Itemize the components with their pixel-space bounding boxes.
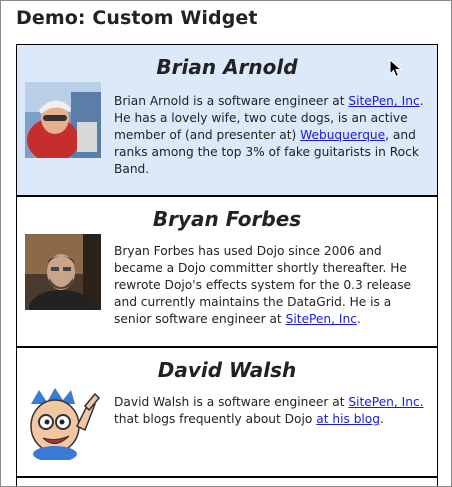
person-name: David Walsh xyxy=(157,358,297,382)
person-bio: Brian Arnold is a software engineer at S… xyxy=(114,93,432,178)
person-card[interactable]: Brian Arnold Brian Arnold is a software … xyxy=(17,45,437,197)
bio-text: . xyxy=(356,312,361,326)
sitepen-link[interactable]: SitePen, Inc xyxy=(348,94,419,108)
bio-text: Brian Arnold is a software engineer at xyxy=(114,94,349,108)
person-name: Bryan Forbes xyxy=(152,207,302,231)
avatar-photo xyxy=(25,82,101,158)
person-name: Brian Arnold xyxy=(156,55,298,79)
person-bio: David Walsh is a software engineer at Si… xyxy=(114,394,432,428)
avatar-photo xyxy=(25,234,101,310)
sitepen-link[interactable]: SitePen, Inc. xyxy=(348,395,423,409)
bio-text: David Walsh is a software engineer at xyxy=(114,395,349,409)
webuquerque-link[interactable]: Webuquerque xyxy=(300,128,385,142)
page-title: Demo: Custom Widget xyxy=(16,7,258,29)
mouse-pointer-icon xyxy=(389,59,403,78)
person-card[interactable]: David Walsh David Walsh is a software en… xyxy=(17,348,437,478)
avatar-cartoon xyxy=(25,384,101,460)
sitepen-link[interactable]: SitePen, Inc xyxy=(286,312,357,326)
bio-text: that blogs frequently about Dojo xyxy=(114,412,317,426)
demo-frame: Demo: Custom Widget Brian Arnold Brian A… xyxy=(0,0,452,487)
bio-text: Bryan Forbes has used Dojo since 2006 an… xyxy=(114,244,412,326)
person-card[interactable]: Bryan Forbes Bryan Forbes has used Dojo … xyxy=(17,197,437,348)
blog-link[interactable]: at his blog xyxy=(316,412,380,426)
person-bio: Bryan Forbes has used Dojo since 2006 an… xyxy=(114,243,432,328)
people-list: Brian Arnold Brian Arnold is a software … xyxy=(16,44,438,486)
bio-text: . xyxy=(380,412,384,426)
